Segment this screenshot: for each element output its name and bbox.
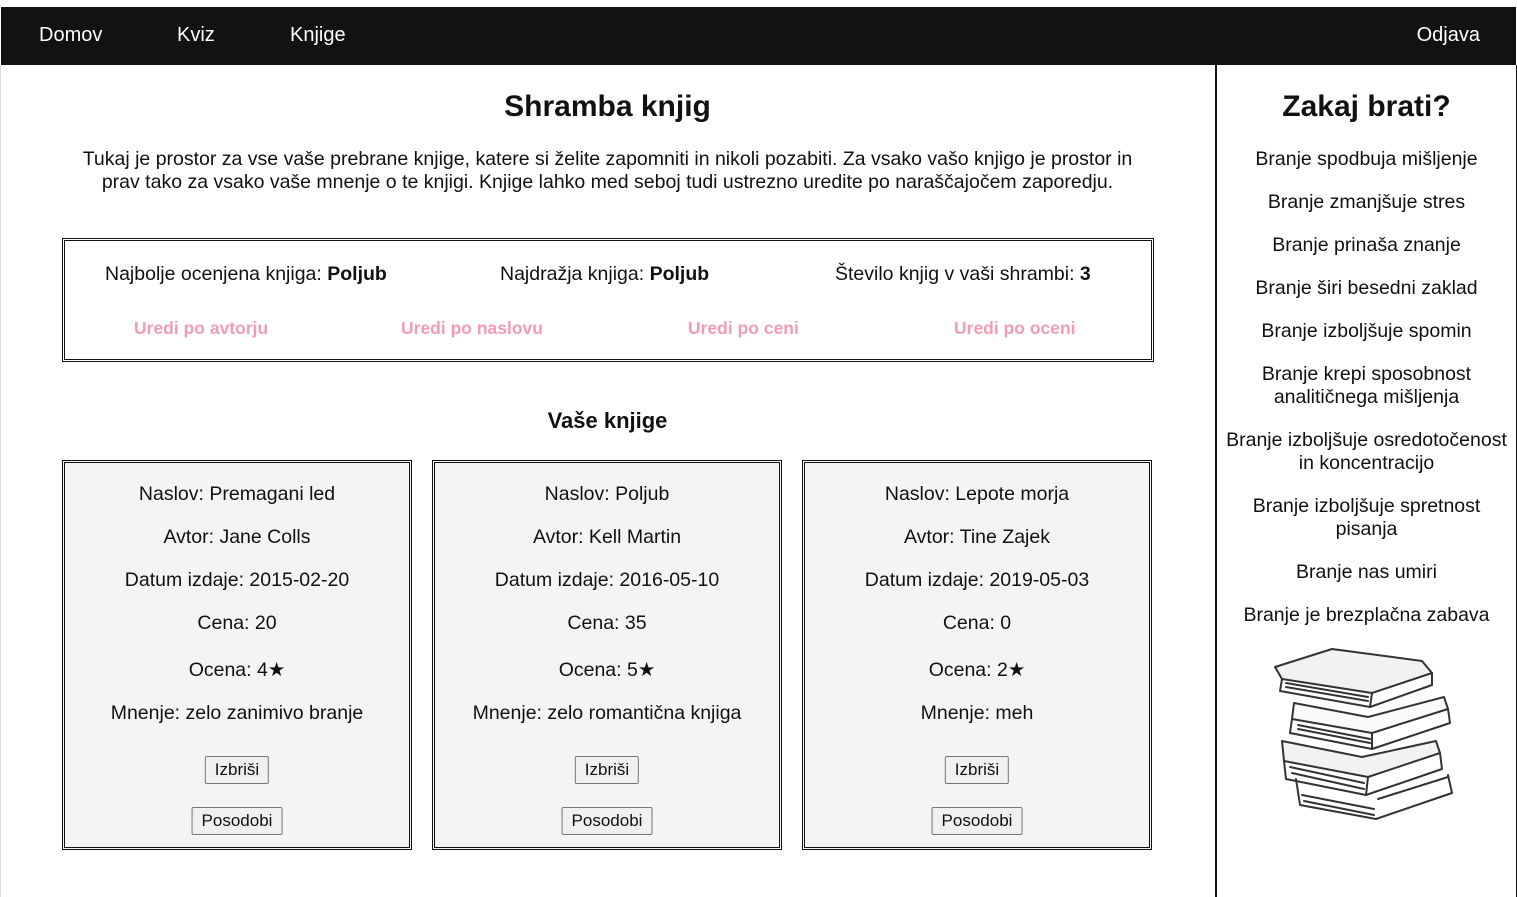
book-price: Cena: 20 xyxy=(197,612,277,634)
book-release-date: Datum izdaje: 2019-05-03 xyxy=(864,569,1090,591)
reasons-list: Branje spodbuja mišljenje Branje zmanjšu… xyxy=(1217,148,1516,647)
book-title: Naslov: Poljub xyxy=(544,483,670,505)
book-count-stat: Število knjig v vaši shrambi: 3 xyxy=(835,263,1091,286)
page-title: Shramba knjig xyxy=(504,90,711,123)
intro-line-2: prav tako za vsako vaše mnenje o te knji… xyxy=(101,171,1114,193)
best-rated-stat: Najbolje ocenjena knjiga: Poljub xyxy=(105,263,387,286)
reason-item: Branje izboljšuje spomin xyxy=(1261,320,1472,342)
best-rated-value: Poljub xyxy=(327,263,387,285)
sidebar: Zakaj brati? Branje spodbuja mišljenje B… xyxy=(1215,65,1517,897)
book-title: Naslov: Lepote morja xyxy=(884,483,1070,505)
favorite-label: Najdražja knjiga: xyxy=(500,263,650,285)
book-opinion: Mnenje: zelo zanimivo branje xyxy=(110,702,364,724)
book-price: Cena: 0 xyxy=(942,612,1012,634)
left-border xyxy=(0,65,1,897)
reason-item: Branje je brezplačna zabava xyxy=(1243,604,1490,626)
book-count-label: Število knjig v vaši shrambi: xyxy=(835,263,1080,285)
top-navigation-bar: Domov Kviz Knjige Odjava xyxy=(1,7,1516,65)
update-button[interactable]: Posodobi xyxy=(931,807,1023,835)
best-rated-label: Najbolje ocenjena knjiga: xyxy=(105,263,328,285)
favorite-stat: Najdražja knjiga: Poljub xyxy=(500,263,709,286)
book-author: Avtor: Kell Martin xyxy=(532,526,682,548)
update-button[interactable]: Posodobi xyxy=(561,807,653,835)
sort-by-title-link[interactable]: Uredi po naslovu xyxy=(401,318,543,339)
sidebar-title: Zakaj brati? xyxy=(1282,90,1451,123)
intro-line-1: Tukaj je prostor za vse vaše prebrane kn… xyxy=(82,148,1133,170)
book-rating: Ocena: 2★ xyxy=(928,659,1026,681)
delete-button[interactable]: Izbriši xyxy=(204,756,270,784)
reason-item: Branje krepi sposobnost analitičnega miš… xyxy=(1261,363,1472,408)
book-price: Cena: 35 xyxy=(567,612,647,634)
book-card: Naslov: Premagani led Avtor: Jane Colls … xyxy=(62,460,412,850)
stats-box: Najbolje ocenjena knjiga: Poljub Najdraž… xyxy=(62,238,1154,362)
reason-item: Branje zmanjšuje stres xyxy=(1267,191,1466,213)
book-rating: Ocena: 4★ xyxy=(188,659,286,681)
nav-home-link[interactable]: Domov xyxy=(39,7,102,65)
book-opinion: Mnenje: meh xyxy=(920,702,1034,724)
books-heading: Vaše knjige xyxy=(547,408,668,433)
book-count-value: 3 xyxy=(1079,263,1091,285)
update-button[interactable]: Posodobi xyxy=(191,807,283,835)
book-author: Avtor: Jane Colls xyxy=(163,526,311,548)
book-release-date: Datum izdaje: 2016-05-10 xyxy=(494,569,720,591)
reason-item: Branje izboljšuje spretnost pisanja xyxy=(1252,495,1481,540)
reason-item: Branje spodbuja mišljenje xyxy=(1255,148,1478,170)
reason-item: Branje širi besedni zaklad xyxy=(1255,277,1478,299)
reason-item: Branje prinaša znanje xyxy=(1272,234,1461,256)
book-opinion: Mnenje: zelo romantična knjiga xyxy=(472,702,742,724)
book-rating: Ocena: 5★ xyxy=(558,659,656,681)
favorite-value: Poljub xyxy=(649,263,710,285)
reason-item: Branje izboljšuje osredotočenost in konc… xyxy=(1226,429,1507,474)
book-release-date: Datum izdaje: 2015-02-20 xyxy=(124,569,350,591)
page: Domov Kviz Knjige Odjava Shramba knjig T… xyxy=(0,0,1517,897)
book-card: Naslov: Lepote morja Avtor: Tine Zajek D… xyxy=(802,460,1152,850)
sort-by-author-link[interactable]: Uredi po avtorju xyxy=(134,318,268,339)
book-author: Avtor: Tine Zajek xyxy=(904,526,1050,548)
intro-text: Tukaj je prostor za vse vaše prebrane kn… xyxy=(60,148,1155,194)
book-title: Naslov: Premagani led xyxy=(138,483,336,505)
book-card: Naslov: Poljub Avtor: Kell Martin Datum … xyxy=(432,460,782,850)
delete-button[interactable]: Izbriši xyxy=(944,756,1010,784)
stack-of-books-icon xyxy=(1274,648,1453,820)
reason-item: Branje nas umiri xyxy=(1296,561,1437,583)
delete-button[interactable]: Izbriši xyxy=(574,756,640,784)
sort-by-rating-link[interactable]: Uredi po oceni xyxy=(954,318,1076,339)
nav-quiz-link[interactable]: Kviz xyxy=(177,7,215,65)
nav-books-link[interactable]: Knjige xyxy=(290,7,346,65)
nav-logout-link[interactable]: Odjava xyxy=(1417,7,1480,65)
sort-by-price-link[interactable]: Uredi po ceni xyxy=(688,318,799,339)
